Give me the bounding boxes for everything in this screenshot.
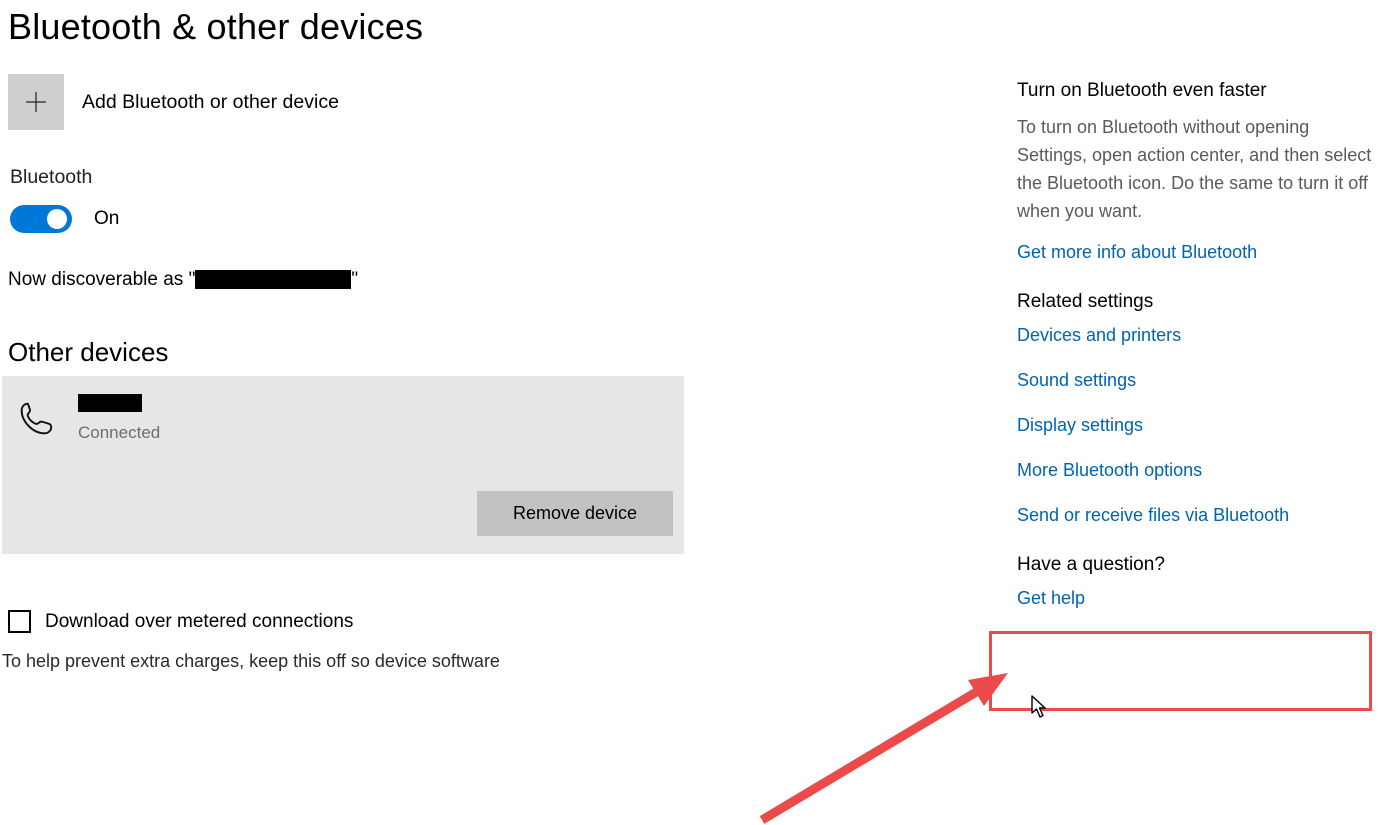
link-display-settings[interactable]: Display settings (1017, 415, 1382, 436)
device-status: Connected (78, 423, 160, 443)
metered-checkbox[interactable] (8, 610, 31, 633)
tip-body: To turn on Bluetooth without opening Set… (1017, 114, 1382, 226)
bluetooth-state-text: On (94, 208, 119, 230)
link-sound-settings[interactable]: Sound settings (1017, 370, 1382, 391)
related-heading: Related settings (1017, 291, 1382, 313)
question-heading: Have a question? (1017, 554, 1382, 576)
tip-heading: Turn on Bluetooth even faster (1017, 80, 1382, 102)
toggle-knob (47, 209, 67, 229)
metered-label: Download over metered connections (45, 611, 353, 633)
link-get-help[interactable]: Get help (1017, 588, 1382, 609)
bluetooth-toggle[interactable] (10, 205, 72, 233)
redacted-paired-device-name (78, 394, 142, 412)
annotation-highlight-box (989, 631, 1372, 711)
link-more-bluetooth-options[interactable]: More Bluetooth options (1017, 460, 1382, 481)
discoverable-text: Now discoverable as "" (8, 269, 990, 291)
remove-device-button[interactable]: Remove device (477, 491, 673, 536)
redacted-device-name (195, 270, 351, 289)
link-devices-and-printers[interactable]: Devices and printers (1017, 325, 1382, 346)
link-send-receive-files-bluetooth[interactable]: Send or receive files via Bluetooth (1017, 505, 1382, 526)
add-device-button[interactable] (8, 74, 64, 130)
add-device-row[interactable]: Add Bluetooth or other device (8, 74, 990, 130)
device-card[interactable]: Connected Remove device (2, 376, 684, 554)
page-title: Bluetooth & other devices (8, 6, 990, 48)
plus-icon (25, 91, 47, 113)
cursor-icon (1031, 695, 1049, 719)
tip-link[interactable]: Get more info about Bluetooth (1017, 242, 1382, 263)
other-devices-heading: Other devices (8, 337, 990, 368)
device-name (78, 394, 160, 417)
phone-icon (14, 398, 56, 440)
bluetooth-label: Bluetooth (10, 166, 990, 189)
add-device-label: Add Bluetooth or other device (82, 91, 339, 114)
metered-help-text: To help prevent extra charges, keep this… (2, 651, 990, 672)
